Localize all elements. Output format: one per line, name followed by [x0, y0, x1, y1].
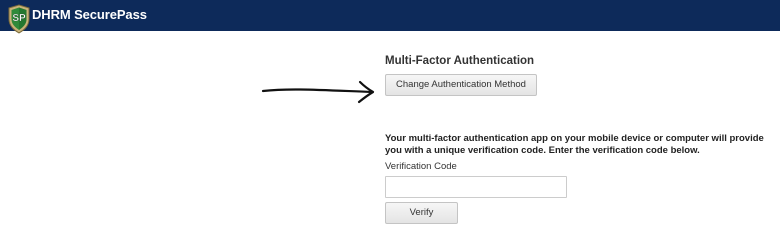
app-title: DHRM SecurePass	[32, 7, 147, 22]
logo-text: SP	[12, 13, 26, 24]
app-header: SP DHRM SecurePass	[0, 0, 780, 34]
hand-drawn-arrow-icon	[261, 80, 375, 104]
shield-icon: SP	[8, 4, 30, 34]
instructions-text: Your multi-factor authentication app on …	[385, 133, 764, 156]
page: SP DHRM SecurePass Multi-Factor Authenti…	[0, 0, 780, 244]
section-title: Multi-Factor Authentication	[385, 55, 535, 67]
mfa-panel: Multi-Factor Authentication Change Authe…	[385, 54, 775, 224]
verification-code-label: Verification Code	[385, 161, 457, 172]
verify-button[interactable]: Verify	[385, 202, 458, 224]
verification-code-input[interactable]	[385, 176, 567, 198]
change-authentication-method-button[interactable]: Change Authentication Method	[385, 74, 537, 96]
